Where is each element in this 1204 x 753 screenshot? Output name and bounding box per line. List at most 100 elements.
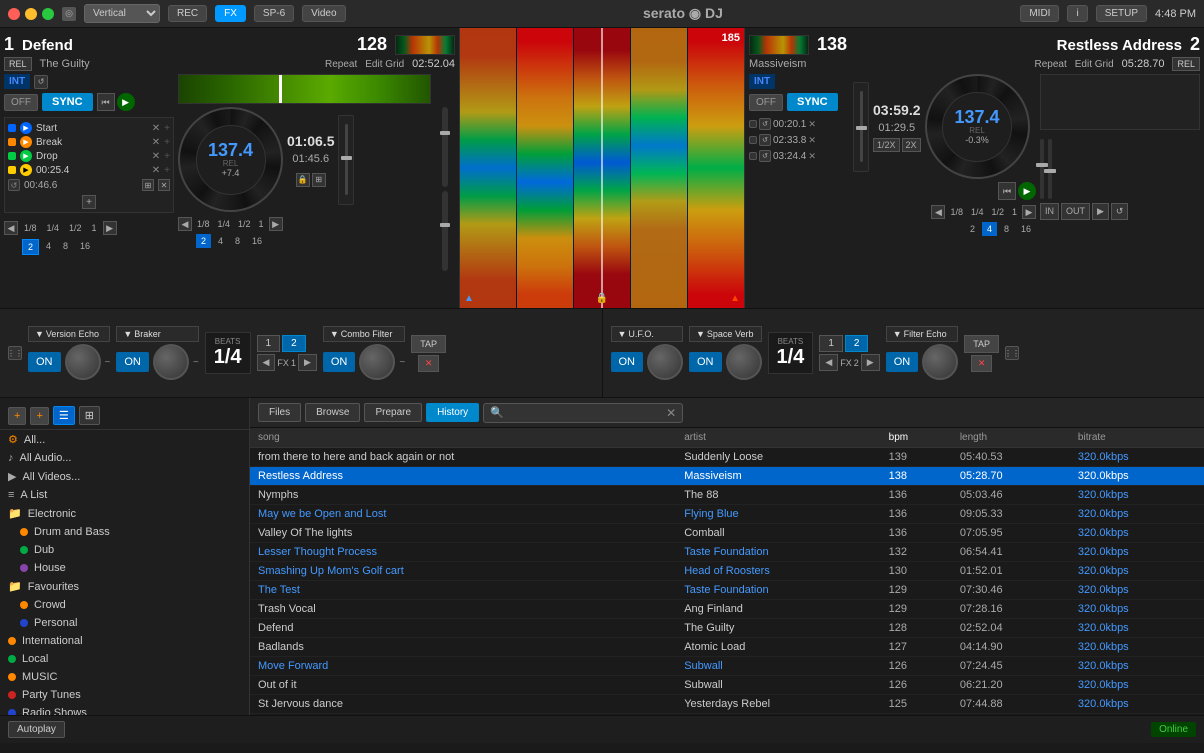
search-clear-btn[interactable]: ✕: [666, 406, 676, 420]
right-fader-2[interactable]: [1048, 139, 1052, 199]
col-bitrate[interactable]: bitrate: [1070, 428, 1204, 448]
fx-left-beat-prev[interactable]: ◀: [257, 354, 276, 371]
sidebar-item-all[interactable]: ⚙ All...: [0, 430, 249, 449]
fx-button[interactable]: FX: [215, 5, 246, 22]
fx-1-knob[interactable]: [65, 344, 101, 380]
fx-2-select[interactable]: ▼Braker: [116, 326, 198, 342]
right-in-btn[interactable]: IN: [1040, 203, 1059, 220]
add-cue-btn[interactable]: +: [82, 195, 96, 209]
col-song[interactable]: song: [250, 428, 676, 448]
fx-left-tap-btn[interactable]: TAP: [411, 335, 446, 353]
video-button[interactable]: Video: [302, 5, 345, 22]
fx-right-slot-1[interactable]: 1: [819, 335, 843, 352]
search-input[interactable]: [508, 407, 662, 418]
sidebar-item-radio[interactable]: Radio Shows: [0, 704, 249, 715]
cue-play-1[interactable]: ▶: [20, 122, 32, 134]
left-beat-8[interactable]: 8: [58, 239, 73, 255]
album-view-btn[interactable]: ⊞: [79, 406, 100, 425]
fx-3-select[interactable]: ▼Combo Filter: [323, 326, 405, 342]
table-row[interactable]: Move ForwardSubwall12607:24.45320.0kbps: [250, 657, 1204, 676]
right-beat-2[interactable]: 2: [965, 222, 980, 236]
left-beat-jump-next[interactable]: ▶: [269, 217, 283, 231]
left-jump-8[interactable]: 8: [230, 234, 245, 248]
maximize-button[interactable]: [42, 8, 54, 20]
right-int-badge[interactable]: INT: [749, 74, 775, 89]
timer-close-3[interactable]: ✕: [808, 151, 816, 162]
sidebar-item-international[interactable]: International: [0, 632, 249, 650]
left-jump-2-active[interactable]: 2: [196, 234, 211, 248]
left-jump-1[interactable]: 1: [256, 217, 267, 231]
fx-r-2-on-btn[interactable]: ON: [689, 352, 722, 372]
right-beat-16[interactable]: 16: [1016, 222, 1036, 236]
cue-add-2[interactable]: +: [164, 137, 170, 148]
table-row[interactable]: May we be Open and LostFlying Blue13609:…: [250, 505, 1204, 524]
table-row[interactable]: Valley Of The lightsComball13607:05.9532…: [250, 524, 1204, 543]
add-crate-btn[interactable]: +: [8, 407, 26, 425]
sidebar-item-drum-bass[interactable]: Drum and Bass: [0, 523, 249, 541]
right-beat-8[interactable]: 8: [999, 222, 1014, 236]
right-loop-toggle[interactable]: ↺: [1111, 203, 1129, 220]
left-sync-btn[interactable]: SYNC: [42, 93, 93, 111]
left-repeat-label[interactable]: Repeat: [325, 59, 357, 70]
cue-add-3[interactable]: +: [164, 151, 170, 162]
fx-1-on-btn[interactable]: ON: [28, 352, 61, 372]
add-subcrate-btn[interactable]: +: [30, 407, 48, 425]
fx-right-beat-next[interactable]: ▶: [861, 354, 880, 371]
fx-r-1-on-btn[interactable]: ON: [611, 352, 644, 372]
left-prev-btn[interactable]: ⏮: [97, 93, 115, 111]
sidebar-item-video[interactable]: ▶ All Videos...: [0, 467, 249, 486]
close-button[interactable]: [8, 8, 20, 20]
left-beat-4[interactable]: 4: [41, 239, 56, 255]
left-beat-1-2[interactable]: 1/2: [65, 221, 86, 235]
left-vol-slider[interactable]: [442, 191, 448, 271]
left-gain-slider[interactable]: [442, 107, 448, 187]
fx-r-1-knob[interactable]: [647, 344, 683, 380]
right-doubletime[interactable]: 2X: [902, 138, 921, 152]
table-row[interactable]: BadlandsAtomic Load12704:14.90320.0kbps: [250, 638, 1204, 657]
right-beat-1-4[interactable]: 1/4: [968, 205, 987, 219]
left-beat-1-4[interactable]: 1/4: [43, 221, 64, 235]
midi-button[interactable]: MIDI: [1020, 5, 1059, 22]
loop-close[interactable]: ✕: [158, 179, 170, 191]
left-off-btn[interactable]: OFF: [4, 94, 38, 111]
files-btn[interactable]: Files: [258, 403, 301, 422]
sidebar-item-crowd[interactable]: Crowd: [0, 596, 249, 614]
right-beat-4-active[interactable]: 4: [982, 222, 997, 236]
table-row[interactable]: Restless AddressMassiveism13805:28.70320…: [250, 467, 1204, 486]
fx-left-beat-next[interactable]: ▶: [298, 354, 317, 371]
timer-close-1[interactable]: ✕: [808, 119, 816, 130]
fx-r-1-select[interactable]: ▼U.F.O.: [611, 326, 684, 342]
right-repeat-label[interactable]: Repeat: [1035, 59, 1067, 70]
right-beat-1-2[interactable]: 1/2: [988, 205, 1007, 219]
fx-3-on-btn[interactable]: ON: [323, 352, 356, 372]
info-button[interactable]: i: [1067, 5, 1087, 22]
timer-loop-1[interactable]: ↺: [759, 118, 771, 130]
browse-btn[interactable]: Browse: [305, 403, 360, 422]
list-view-btn[interactable]: ☰: [53, 406, 75, 425]
fx-left-x-btn[interactable]: ✕: [418, 355, 440, 372]
left-beat-2-active[interactable]: 2: [22, 239, 39, 255]
left-keylock[interactable]: 🔒: [296, 173, 310, 187]
autoplay-btn[interactable]: Autoplay: [8, 721, 65, 738]
fx-right-x-btn[interactable]: ✕: [971, 355, 993, 372]
fx-2-on-btn[interactable]: ON: [116, 352, 149, 372]
left-edit-grid-label[interactable]: Edit Grid: [365, 59, 404, 70]
fx-r-3-select[interactable]: ▼Filter Echo: [886, 326, 959, 342]
sidebar-item-electronic[interactable]: 📁 Electronic: [0, 504, 249, 523]
target-icon[interactable]: ◎: [62, 7, 76, 21]
table-row[interactable]: DefendThe Guilty12802:52.04320.0kbps: [250, 619, 1204, 638]
right-prev-btn[interactable]: ⏮: [998, 182, 1016, 200]
timer-loop-2[interactable]: ↺: [759, 134, 771, 146]
left-beat-jump-prev[interactable]: ◀: [178, 217, 192, 231]
left-beat-16[interactable]: 16: [75, 239, 95, 255]
minimize-button[interactable]: [25, 8, 37, 20]
sidebar-item-party[interactable]: Party Tunes: [0, 686, 249, 704]
right-beat-1[interactable]: 1: [1009, 205, 1020, 219]
rec-button[interactable]: REC: [168, 5, 207, 22]
setup-button[interactable]: SETUP: [1096, 5, 1147, 22]
cue-delete-4[interactable]: ✕: [152, 165, 160, 176]
fx-r-3-on-btn[interactable]: ON: [886, 352, 919, 372]
sp6-button[interactable]: SP-6: [254, 5, 294, 22]
left-deck-rel[interactable]: REL: [4, 57, 32, 71]
fx-r-2-select[interactable]: ▼Space Verb: [689, 326, 762, 342]
